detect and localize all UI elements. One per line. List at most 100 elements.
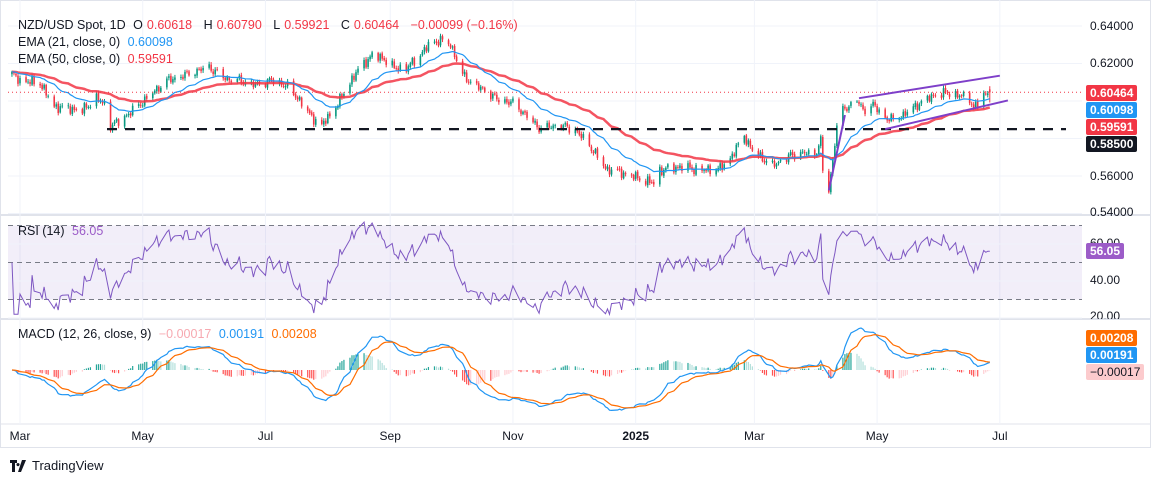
candle-down xyxy=(449,44,452,48)
candle-up xyxy=(371,52,373,58)
close-value: 0.60464 xyxy=(353,18,400,32)
candle-down xyxy=(377,52,379,61)
candle-up xyxy=(771,160,774,162)
tradingview-logo[interactable]: TradingView xyxy=(10,458,104,473)
ema50-legend[interactable]: EMA (50, close, 0) 0.59591 xyxy=(18,51,177,67)
macd-signal-badge: 0.00208 xyxy=(1086,330,1138,346)
candle-down xyxy=(532,117,534,123)
candle-up xyxy=(351,75,353,85)
price-tick: 0.54000 xyxy=(1090,205,1134,219)
candle-down xyxy=(170,75,172,83)
macd-signal-line xyxy=(11,333,990,409)
candle-up xyxy=(172,79,174,83)
candle-up xyxy=(349,84,351,94)
candle-down xyxy=(441,36,444,40)
candle-down xyxy=(862,104,864,110)
candle-up xyxy=(510,101,512,105)
candle-down xyxy=(385,59,387,65)
candle-up xyxy=(137,104,140,106)
candle-up xyxy=(47,95,49,97)
candle-up xyxy=(779,160,782,162)
candle-up xyxy=(920,100,923,104)
candle-down xyxy=(270,77,273,81)
tradingview-logo-icon xyxy=(10,459,26,472)
candle-down xyxy=(158,86,160,92)
candle-down xyxy=(198,68,200,70)
candle-up xyxy=(534,120,536,123)
candle-up xyxy=(765,161,768,163)
low-value: 0.59921 xyxy=(284,18,330,32)
candle-down xyxy=(763,160,766,163)
candle-down xyxy=(481,87,484,89)
time-tick: May xyxy=(131,429,155,443)
candle-up xyxy=(419,55,422,65)
candle-down xyxy=(321,119,323,124)
macd-legend[interactable]: MACD (12, 26, close, 9) −0.00017 0.00191… xyxy=(18,326,321,342)
candle-up xyxy=(479,86,482,91)
candle-down xyxy=(846,108,848,111)
chart-frame xyxy=(0,0,1151,448)
candle-up xyxy=(180,77,182,78)
candle-up xyxy=(27,81,29,83)
candle-down xyxy=(310,112,313,115)
candle-up xyxy=(127,114,130,116)
rsi-legend[interactable]: RSI (14) 56.05 xyxy=(18,223,107,239)
candle-up xyxy=(196,68,198,76)
ema21-legend[interactable]: EMA (21, close, 0) 0.60098 xyxy=(18,34,177,50)
candle-down xyxy=(944,87,947,93)
candle-up xyxy=(357,68,359,73)
candle-up xyxy=(463,71,466,75)
macd-signal-value: 0.00208 xyxy=(271,327,317,341)
candle-up xyxy=(606,166,609,170)
candle-down xyxy=(536,121,538,128)
macd-histogram-value: −0.00017 xyxy=(158,327,212,341)
candle-down xyxy=(858,101,860,104)
candle-up xyxy=(659,166,661,185)
candle-up xyxy=(552,125,554,129)
candle-up xyxy=(974,101,977,108)
candle-down xyxy=(15,74,17,76)
candle-down xyxy=(29,82,31,84)
candle-down xyxy=(956,90,959,98)
time-tick: 2025 xyxy=(622,429,650,443)
candle-up xyxy=(564,123,567,125)
time-tick: Jul xyxy=(992,429,1008,443)
candle-up xyxy=(817,145,820,154)
candle-down xyxy=(508,101,510,105)
candle-up xyxy=(71,107,74,114)
candle-up xyxy=(848,106,850,111)
candle-up xyxy=(427,41,430,52)
candle-down xyxy=(312,114,315,125)
candle-up xyxy=(860,104,862,106)
candle-up xyxy=(369,56,371,60)
candle-down xyxy=(988,89,991,93)
candle-up xyxy=(594,149,597,153)
chart-canvas[interactable] xyxy=(0,0,1154,485)
candle-up xyxy=(367,59,369,67)
candle-down xyxy=(904,111,907,116)
candle-up xyxy=(926,95,929,101)
candle-down xyxy=(294,94,297,98)
candle-up xyxy=(872,101,874,106)
ema21-badge: 0.60098 xyxy=(1086,102,1138,118)
candle-down xyxy=(186,71,188,73)
candle-up xyxy=(890,114,892,122)
rsi-label: RSI (14) xyxy=(18,224,65,238)
candle-down xyxy=(230,80,233,83)
time-tick: Jul xyxy=(257,429,274,443)
candle-down xyxy=(139,104,142,106)
candle-up xyxy=(522,111,524,114)
close-label: C xyxy=(340,18,350,32)
candle-down xyxy=(329,113,331,117)
candle-down xyxy=(496,94,498,100)
candle-down xyxy=(41,84,43,90)
candle-down xyxy=(73,106,76,110)
candle-up xyxy=(819,136,822,146)
candle-down xyxy=(69,106,72,114)
candle-down xyxy=(506,99,508,103)
candle-down xyxy=(652,181,655,185)
candle-up xyxy=(355,72,357,81)
open-label: O xyxy=(133,18,143,32)
candle-down xyxy=(101,101,104,104)
candle-down xyxy=(620,168,623,178)
